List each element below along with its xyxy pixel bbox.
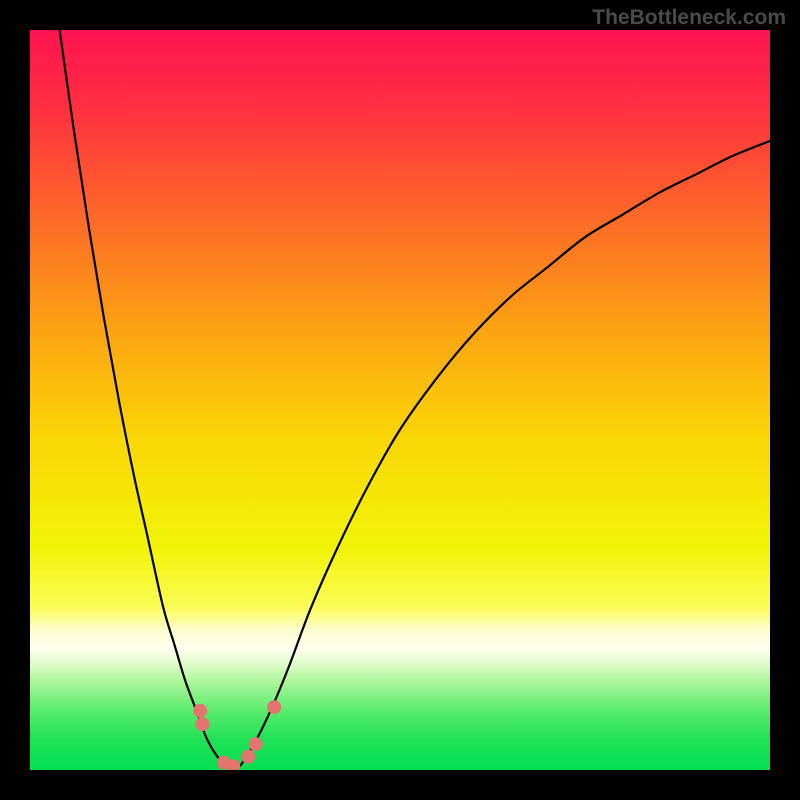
plot-area <box>30 30 770 770</box>
highlight-dot <box>241 750 255 764</box>
highlight-dot <box>267 700 281 714</box>
highlight-dot <box>193 704 207 718</box>
watermark-text: TheBottleneck.com <box>592 6 786 30</box>
chart-svg <box>30 30 770 770</box>
highlight-dot <box>195 717 209 731</box>
chart-frame: TheBottleneck.com <box>0 0 800 800</box>
highlight-dot <box>249 737 263 751</box>
gradient-background <box>30 30 770 770</box>
